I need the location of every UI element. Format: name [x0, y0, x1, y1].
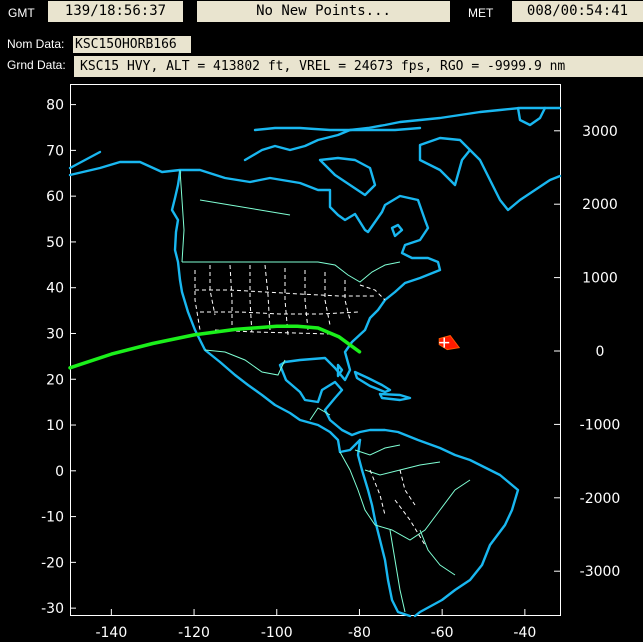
lat-tick-label: -10	[41, 510, 64, 526]
ground-track-line	[68, 324, 362, 370]
range-tick-label: 3000	[582, 124, 618, 140]
lat-tick-label: 40	[46, 281, 64, 297]
country-borders	[179, 169, 471, 613]
range-tick-label: 2000	[582, 197, 618, 213]
lat-tick-label: 30	[46, 326, 64, 342]
lon-tick-label: -60	[431, 625, 454, 641]
lat-tick-label: 10	[46, 418, 64, 434]
lon-tick-label: -80	[348, 625, 371, 641]
range-tick-label: 0	[596, 344, 605, 360]
lat-tick-label: 80	[46, 98, 64, 114]
lat-tick-label: 60	[46, 189, 64, 205]
lat-tick-label: -20	[41, 555, 64, 571]
coastlines	[68, 106, 562, 618]
range-tick-label: -1000	[580, 417, 621, 433]
ground-track-map[interactable]: -140 -120 -100 -80 -60 -4080706050403020100-1…	[0, 0, 643, 642]
vehicle-position-marker[interactable]	[438, 335, 461, 351]
lat-tick-label: 0	[55, 464, 64, 480]
range-tick-label: -3000	[580, 564, 621, 580]
lon-tick-label: -140	[95, 625, 127, 641]
lon-tick-label: -100	[261, 625, 293, 641]
lat-tick-label: -30	[41, 601, 64, 617]
lon-tick-label: -120	[178, 625, 210, 641]
state-boundaries	[194, 264, 426, 546]
lat-tick-label: 70	[46, 143, 64, 159]
range-tick-label: 1000	[582, 271, 618, 287]
range-tick-label: -2000	[580, 491, 621, 507]
lat-tick-label: 50	[46, 235, 64, 251]
lon-tick-label: -40	[513, 625, 536, 641]
lat-tick-label: 20	[46, 372, 64, 388]
